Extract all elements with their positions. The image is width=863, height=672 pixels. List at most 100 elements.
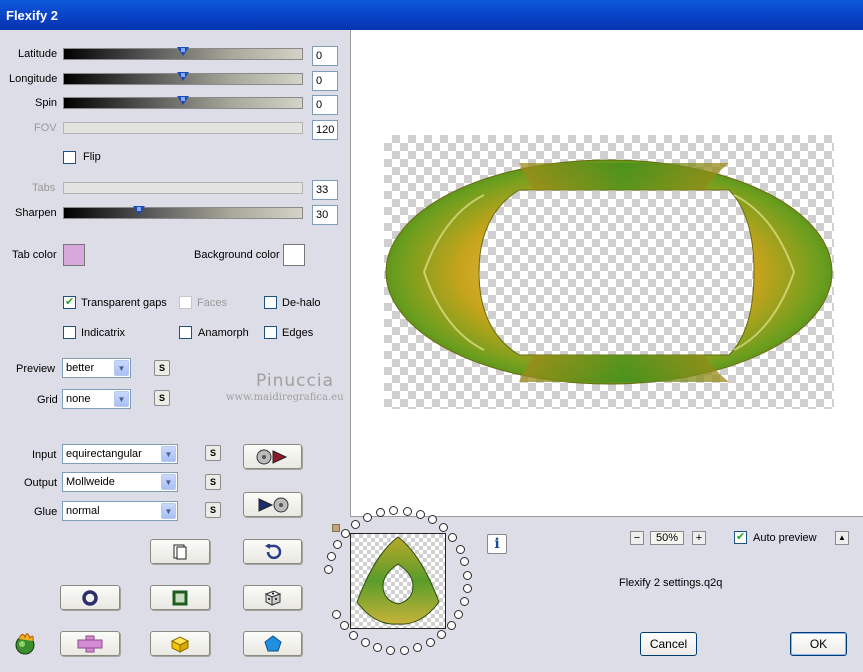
output-s-button[interactable]: S — [205, 474, 221, 490]
ring-dot[interactable] — [428, 515, 437, 525]
background-color-label: Background color — [194, 249, 280, 261]
ring-dot[interactable] — [362, 512, 372, 522]
lower-right-panel: i − 50% + Auto preview ▲ Flexify 2 setti… — [323, 506, 863, 672]
latitude-value[interactable]: 0 — [312, 46, 338, 66]
longitude-value[interactable]: 0 — [312, 71, 338, 91]
ring-dot[interactable] — [454, 609, 464, 619]
glue-label: Glue — [34, 506, 58, 518]
ring-dot[interactable] — [459, 597, 469, 607]
indicatrix-label[interactable]: Indicatrix — [81, 327, 125, 339]
input-s-button[interactable]: S — [205, 445, 221, 461]
sharpen-slider[interactable] — [63, 206, 303, 219]
tabs-value: 33 — [312, 180, 338, 200]
cancel-button[interactable]: Cancel — [640, 632, 697, 656]
chevron-down-icon: ▼ — [114, 360, 129, 376]
ring-dot[interactable] — [462, 570, 472, 580]
latitude-label: Latitude — [18, 48, 58, 60]
sharpen-slider-thumb[interactable] — [133, 206, 145, 215]
indicatrix-checkbox[interactable] — [63, 326, 76, 339]
fov-slider — [63, 122, 303, 134]
output-select[interactable]: Mollweide ▼ — [62, 472, 178, 492]
collapse-button[interactable]: ▲ — [835, 531, 849, 545]
watermark-name: Pinuccia — [256, 371, 334, 391]
ring-dot[interactable] — [462, 584, 472, 594]
ring-dot[interactable] — [333, 539, 343, 549]
cube-shape-button[interactable] — [150, 631, 210, 656]
transparent-gaps-label[interactable]: Transparent gaps — [81, 297, 167, 309]
spin-value[interactable]: 0 — [312, 95, 338, 115]
input-value: equirectangular — [66, 448, 142, 460]
ring-dot[interactable] — [351, 519, 361, 529]
copy-button[interactable] — [150, 539, 210, 564]
ring-dot[interactable] — [455, 544, 465, 554]
glue-thumbnail[interactable] — [350, 533, 446, 629]
ring-dot[interactable] — [415, 509, 425, 519]
anamorph-checkbox[interactable] — [179, 326, 192, 339]
ring-dot[interactable] — [402, 506, 412, 516]
tab-color-swatch[interactable] — [63, 244, 85, 266]
glue-s-button[interactable]: S — [205, 502, 221, 518]
pentagon-shape-button[interactable] — [243, 631, 302, 656]
ring-dot[interactable] — [448, 533, 458, 543]
preview-quality-select[interactable]: better ▼ — [62, 358, 131, 378]
auto-preview-checkbox[interactable] — [734, 530, 747, 544]
ring-handle[interactable] — [332, 524, 340, 532]
glue-select[interactable]: normal ▼ — [62, 501, 178, 521]
anamorph-label[interactable]: Anamorph — [198, 327, 249, 339]
zoom-out-button[interactable]: − — [630, 531, 644, 545]
edges-checkbox[interactable] — [264, 326, 277, 339]
ring-dot[interactable] — [360, 638, 370, 648]
sharpen-value[interactable]: 30 — [312, 205, 338, 225]
auto-preview-label[interactable]: Auto preview — [753, 532, 817, 544]
ring-dot[interactable] — [386, 645, 396, 655]
ring-dot[interactable] — [323, 565, 333, 575]
dehalo-checkbox[interactable] — [264, 296, 277, 309]
background-color-swatch[interactable] — [283, 244, 305, 266]
zoom-in-button[interactable]: + — [692, 531, 706, 545]
cross-shape-button[interactable] — [60, 631, 120, 656]
flip-checkbox[interactable] — [63, 151, 76, 164]
spin-slider-thumb[interactable] — [177, 96, 189, 105]
transparent-gaps-checkbox[interactable] — [63, 295, 76, 309]
circle-shape-button[interactable] — [60, 585, 120, 610]
convert-forward-button[interactable] — [243, 444, 302, 469]
ring-dot[interactable] — [446, 620, 456, 630]
ring-dot[interactable] — [339, 621, 349, 631]
info-button[interactable]: i — [487, 534, 507, 554]
edges-label[interactable]: Edges — [282, 327, 313, 339]
grid-label: Grid — [37, 394, 58, 406]
latitude-slider-thumb[interactable] — [177, 47, 189, 56]
ring-dot[interactable] — [399, 645, 409, 655]
ok-button[interactable]: OK — [790, 632, 847, 656]
preview-canvas[interactable] — [350, 30, 863, 517]
dice-icon — [264, 589, 281, 606]
longitude-slider[interactable] — [63, 72, 303, 85]
preview-s-button[interactable]: S — [154, 360, 170, 376]
square-shape-button[interactable] — [150, 585, 210, 610]
undo-button[interactable] — [243, 539, 302, 564]
grid-s-button[interactable]: S — [154, 390, 170, 406]
faces-label: Faces — [197, 297, 227, 309]
longitude-slider-thumb[interactable] — [177, 72, 189, 81]
ring-dot[interactable] — [349, 630, 359, 640]
latitude-slider[interactable] — [63, 47, 303, 60]
ring-dot[interactable] — [460, 557, 470, 567]
input-select[interactable]: equirectangular ▼ — [62, 444, 178, 464]
dehalo-label[interactable]: De-halo — [282, 297, 321, 309]
ring-dot[interactable] — [425, 637, 435, 647]
spin-slider[interactable] — [63, 96, 303, 109]
grid-select[interactable]: none ▼ — [62, 389, 131, 409]
ring-dot[interactable] — [375, 508, 385, 518]
ring-dot[interactable] — [439, 523, 449, 533]
ring-dot[interactable] — [437, 630, 447, 640]
ring-dot[interactable] — [331, 610, 341, 620]
ring-dot[interactable] — [413, 643, 423, 652]
preview-quality-label: Preview — [16, 363, 56, 375]
square-icon — [172, 590, 188, 605]
window-title: Flexify 2 — [6, 8, 59, 23]
flip-label[interactable]: Flip — [83, 151, 101, 163]
ring-dot[interactable] — [373, 643, 383, 653]
convert-back-button[interactable] — [243, 492, 302, 517]
random-button[interactable] — [243, 585, 302, 610]
fov-label: FOV — [34, 122, 57, 134]
